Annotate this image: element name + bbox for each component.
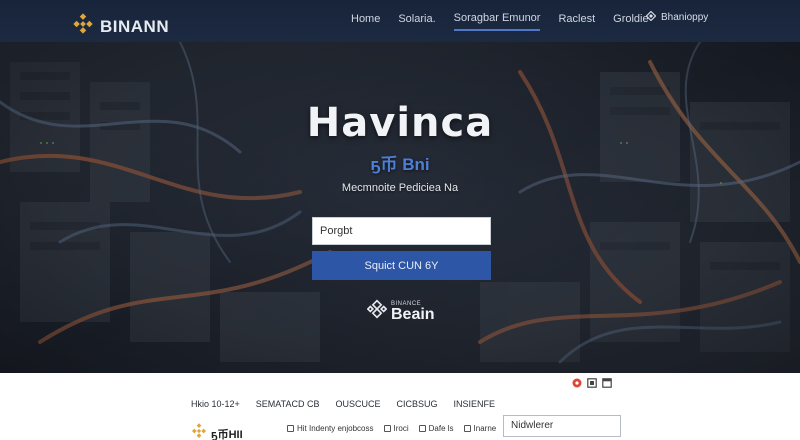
footer-link-4[interactable]: CICBSUG — [396, 399, 437, 409]
main-nav: Home Solaria. Soragbar Emunor Raclest Gr… — [351, 12, 667, 31]
checkbox-icon — [418, 425, 426, 432]
brand-name: BINANN — [100, 16, 170, 36]
footer-link-3[interactable]: OUSCUCE — [335, 399, 380, 409]
diamond-icon — [645, 10, 657, 24]
footer: Hkio 10-12+ SEMATACD CB OUSCUCE CICBSUG … — [0, 373, 800, 440]
hero-brand-logo: BINANCE Beain — [366, 299, 435, 324]
footer-links: Hkio 10-12+ SEMATACD CB OUSCUCE CICBSUG … — [191, 399, 511, 409]
nav-item-home[interactable]: Home — [351, 13, 380, 30]
hero-tagline: Mecmnoite Pediciea Na — [341, 182, 459, 194]
nav-item-solaria[interactable]: Solaria. — [398, 13, 435, 30]
binance-logo-icon — [191, 423, 207, 440]
footer-meta-item[interactable]: Iroci — [383, 424, 409, 433]
footer-select[interactable]: Nidwlerer — [503, 415, 621, 437]
top-navbar: BINANN Home Solaria. Soragbar Emunor Rac… — [0, 0, 800, 42]
checkbox-icon — [463, 425, 471, 432]
footer-icon-group — [572, 378, 612, 388]
footer-link-1[interactable]: Hkio 10-12+ — [191, 399, 240, 409]
footer-meta: Hit Indenty enjobcoss Iroci Dafe ls Inar… — [287, 424, 496, 433]
checkbox-icon — [383, 425, 391, 432]
footer-brand-name: ҕ币HII — [211, 428, 243, 440]
footer-meta-label: Hit Indenty enjobcoss — [297, 424, 374, 433]
nav-item-soragbar-emunor[interactable]: Soragbar Emunor — [453, 12, 541, 31]
footer-meta-item[interactable]: Dafe ls — [418, 424, 454, 433]
hero-subtitle: ҕ币 Bni — [370, 155, 430, 174]
hero-submit-button[interactable]: Squict CUN 6Y — [312, 251, 491, 280]
footer-brand[interactable]: ҕ币HII — [191, 423, 243, 440]
hero-title: Havinca — [306, 100, 494, 146]
hero-section: Havinca ҕ币 Bni Mecmnoite Pediciea Na Squ… — [0, 42, 800, 373]
binance-logo-icon — [366, 299, 388, 324]
footer-meta-label: Iroci — [393, 424, 409, 433]
footer-meta-item[interactable]: Hit Indenty enjobcoss — [287, 424, 374, 433]
footer-link-2[interactable]: SEMATACD CB — [256, 399, 320, 409]
footer-meta-label: Dafe ls — [428, 424, 454, 433]
record-icon[interactable] — [572, 378, 582, 388]
footer-meta-item[interactable]: Inarne — [463, 424, 497, 433]
checkbox-icon — [287, 425, 294, 432]
footer-link-5[interactable]: INSIENFE — [454, 399, 496, 409]
hero-logo-name: Beain — [391, 305, 435, 323]
window-icon[interactable] — [602, 378, 612, 388]
nav-item-groldie[interactable]: Groldie — [613, 13, 648, 30]
brand-logo[interactable]: BINANN — [72, 13, 169, 40]
hero-text-input[interactable] — [312, 217, 491, 245]
square-icon[interactable] — [587, 378, 597, 388]
nav-item-raclest[interactable]: Raclest — [558, 13, 595, 30]
user-menu-label: Bhanioppy — [661, 12, 709, 23]
binance-logo-icon — [72, 13, 94, 40]
footer-meta-label: Inarne — [473, 424, 497, 433]
user-menu[interactable]: Bhanioppy — [645, 10, 709, 24]
